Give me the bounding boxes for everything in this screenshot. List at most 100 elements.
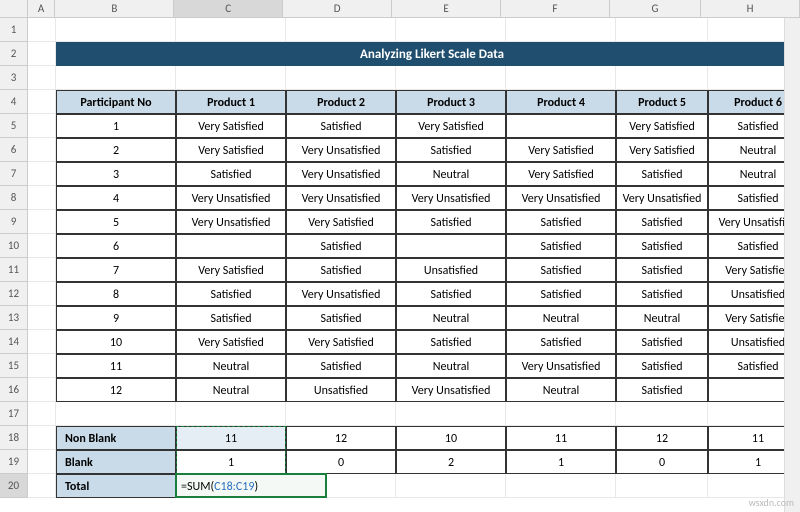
- summary-value[interactable]: 1: [506, 450, 616, 474]
- data-cell[interactable]: Satisfied: [286, 114, 396, 138]
- cell[interactable]: [616, 402, 708, 426]
- data-cell[interactable]: 9: [56, 306, 176, 330]
- table-header[interactable]: Product 4: [506, 90, 616, 114]
- cell[interactable]: [28, 210, 56, 234]
- data-cell[interactable]: Satisfied: [616, 378, 708, 402]
- cell[interactable]: [28, 306, 56, 330]
- row-header-2[interactable]: 2: [0, 42, 28, 66]
- row-header-8[interactable]: 8: [0, 186, 28, 210]
- data-cell[interactable]: Very Satisfied: [506, 162, 616, 186]
- cell[interactable]: [28, 282, 56, 306]
- data-cell[interactable]: Very Satisfied: [286, 330, 396, 354]
- col-header-C[interactable]: C: [174, 0, 283, 18]
- row-header-5[interactable]: 5: [0, 114, 28, 138]
- data-cell[interactable]: Very Satisfied: [286, 210, 396, 234]
- data-cell[interactable]: Satisfied: [616, 162, 708, 186]
- data-cell[interactable]: Very Satisfied: [396, 114, 506, 138]
- data-cell[interactable]: Satisfied: [396, 138, 506, 162]
- cell[interactable]: [616, 474, 708, 498]
- data-cell[interactable]: [506, 114, 616, 138]
- summary-value[interactable]: 12: [286, 426, 396, 450]
- col-header-B[interactable]: B: [55, 0, 174, 18]
- data-cell[interactable]: Very Unsatisfied: [506, 354, 616, 378]
- data-cell[interactable]: 12: [56, 378, 176, 402]
- data-cell[interactable]: Unsatisfied: [286, 378, 396, 402]
- data-cell[interactable]: Neutral: [506, 306, 616, 330]
- row-header-19[interactable]: 19: [0, 450, 28, 474]
- data-cell[interactable]: 8: [56, 282, 176, 306]
- summary-value[interactable]: 11: [506, 426, 616, 450]
- data-cell[interactable]: Neutral: [506, 378, 616, 402]
- data-cell[interactable]: 6: [56, 234, 176, 258]
- cell[interactable]: [28, 474, 56, 498]
- data-cell[interactable]: Very Unsatisfied: [286, 282, 396, 306]
- data-cell[interactable]: Satisfied: [616, 282, 708, 306]
- summary-label[interactable]: Blank: [56, 450, 176, 474]
- data-cell[interactable]: Satisfied: [286, 258, 396, 282]
- cell[interactable]: [28, 378, 56, 402]
- cell[interactable]: [28, 138, 56, 162]
- cell[interactable]: [616, 18, 708, 42]
- data-cell[interactable]: [176, 234, 286, 258]
- summary-value[interactable]: 0: [616, 450, 708, 474]
- cell[interactable]: [28, 114, 56, 138]
- data-cell[interactable]: Very Unsatisfied: [286, 162, 396, 186]
- row-header-18[interactable]: 18: [0, 426, 28, 450]
- cell[interactable]: [28, 450, 56, 474]
- summary-label[interactable]: Non Blank: [56, 426, 176, 450]
- cell[interactable]: [286, 18, 396, 42]
- data-cell[interactable]: Very Unsatisfied: [616, 186, 708, 210]
- data-cell[interactable]: Neutral: [616, 306, 708, 330]
- data-cell[interactable]: 5: [56, 210, 176, 234]
- cell[interactable]: [286, 402, 396, 426]
- vertical-scrollbar[interactable]: [784, 18, 800, 512]
- data-cell[interactable]: Satisfied: [176, 306, 286, 330]
- data-cell[interactable]: Very Unsatisfied: [396, 186, 506, 210]
- col-header-E[interactable]: E: [392, 0, 501, 18]
- row-header-6[interactable]: 6: [0, 138, 28, 162]
- data-cell[interactable]: Satisfied: [506, 258, 616, 282]
- cell[interactable]: [28, 18, 56, 42]
- row-header-1[interactable]: 1: [0, 18, 28, 42]
- row-header-4[interactable]: 4: [0, 90, 28, 114]
- data-cell[interactable]: Satisfied: [396, 330, 506, 354]
- data-cell[interactable]: Very Satisfied: [616, 114, 708, 138]
- data-cell[interactable]: Satisfied: [286, 234, 396, 258]
- data-cell[interactable]: Very Unsatisfied: [396, 378, 506, 402]
- summary-value[interactable]: 10: [396, 426, 506, 450]
- data-cell[interactable]: Satisfied: [506, 234, 616, 258]
- cell[interactable]: [28, 162, 56, 186]
- data-cell[interactable]: 4: [56, 186, 176, 210]
- data-cell[interactable]: 10: [56, 330, 176, 354]
- data-cell[interactable]: 3: [56, 162, 176, 186]
- data-cell[interactable]: Very Satisfied: [176, 114, 286, 138]
- cell[interactable]: [28, 186, 56, 210]
- data-cell[interactable]: Neutral: [176, 378, 286, 402]
- summary-value[interactable]: 1: [176, 450, 286, 474]
- data-cell[interactable]: Very Unsatisfied: [506, 186, 616, 210]
- data-cell[interactable]: Very Satisfied: [616, 138, 708, 162]
- data-cell[interactable]: Neutral: [396, 354, 506, 378]
- row-header-9[interactable]: 9: [0, 210, 28, 234]
- data-cell[interactable]: Satisfied: [616, 258, 708, 282]
- data-cell[interactable]: Satisfied: [506, 282, 616, 306]
- row-header-11[interactable]: 11: [0, 258, 28, 282]
- col-header-G[interactable]: G: [610, 0, 701, 18]
- cell[interactable]: [28, 234, 56, 258]
- cell[interactable]: [28, 66, 56, 90]
- data-cell[interactable]: Satisfied: [176, 282, 286, 306]
- data-cell[interactable]: Neutral: [396, 162, 506, 186]
- table-header[interactable]: Product 5: [616, 90, 708, 114]
- cell[interactable]: [28, 42, 56, 66]
- data-cell[interactable]: Very Satisfied: [176, 138, 286, 162]
- data-cell[interactable]: 7: [56, 258, 176, 282]
- data-cell[interactable]: Satisfied: [396, 282, 506, 306]
- data-cell[interactable]: Satisfied: [396, 210, 506, 234]
- cell[interactable]: [28, 330, 56, 354]
- cell[interactable]: [506, 66, 616, 90]
- data-cell[interactable]: 2: [56, 138, 176, 162]
- data-cell[interactable]: Very Unsatisfied: [286, 186, 396, 210]
- data-cell[interactable]: Very Unsatisfied: [176, 186, 286, 210]
- row-header-16[interactable]: 16: [0, 378, 28, 402]
- select-all-corner[interactable]: [0, 0, 28, 18]
